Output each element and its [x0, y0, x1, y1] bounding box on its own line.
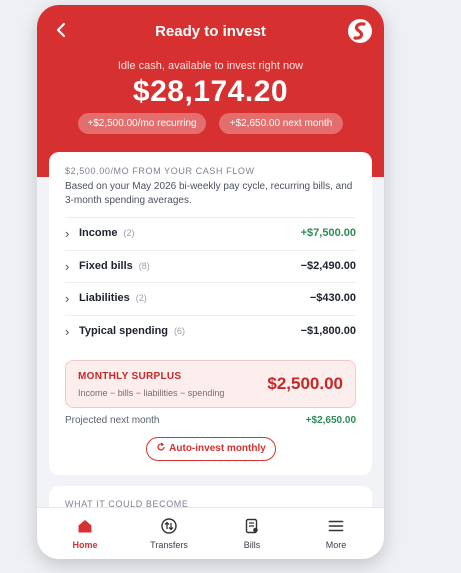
surplus-value: $2,500.00: [267, 374, 343, 393]
home-icon: [78, 520, 92, 533]
projected-value: +$2,650.00: [305, 415, 356, 426]
chevron-right-icon: ›: [65, 324, 70, 339]
row-value: −$430.00: [309, 292, 356, 304]
cashflow-card: $2,500.00/MO FROM YOUR CASH FLOW Based o…: [49, 152, 372, 475]
row-count: (2): [135, 293, 147, 303]
chevron-right-icon: ›: [65, 291, 70, 306]
breakdown-row-liabilities[interactable]: › Liabilities (2) −$430.00: [65, 282, 356, 315]
tab-more[interactable]: More: [293, 508, 379, 559]
chevron-right-icon: ›: [65, 226, 70, 241]
bottom-tab-bar: Home Transfers Bills More: [37, 507, 384, 559]
row-count: (6): [174, 326, 186, 336]
projected-label: Projected next month: [65, 415, 160, 426]
row-label: Income: [79, 227, 118, 239]
phone-screen: Ready to invest Idle cash, available to …: [37, 5, 384, 559]
breakdown-row-typical-spending[interactable]: › Typical spending (6) −$1,800.00: [65, 315, 356, 348]
row-value: −$2,490.00: [300, 260, 356, 272]
surplus-title: MONTHLY SURPLUS: [78, 371, 182, 382]
tab-transfers[interactable]: Transfers: [126, 508, 212, 559]
chevron-right-icon: ›: [65, 259, 70, 274]
auto-invest-button[interactable]: Auto-invest monthly: [146, 437, 276, 461]
cashflow-kicker: $2,500.00/MO FROM YOUR CASH FLOW: [65, 166, 255, 176]
breakdown-row-income[interactable]: › Income (2) +$7,500.00: [65, 217, 356, 250]
bank-logo-icon: [348, 19, 372, 43]
cashflow-description: Based on your May 2026 bi-weekly pay cyc…: [65, 181, 353, 206]
tab-home[interactable]: Home: [42, 508, 128, 559]
page-title: Ready to invest: [155, 23, 266, 40]
auto-invest-label: Auto-invest monthly: [169, 443, 266, 454]
row-count: (8): [138, 261, 150, 271]
row-label: Fixed bills: [79, 260, 133, 272]
monthly-surplus-box: MONTHLY SURPLUS Income − bills − liabili…: [65, 360, 356, 408]
tab-label: Home: [72, 540, 98, 550]
tab-label: Transfers: [150, 540, 188, 550]
row-count: (2): [123, 228, 135, 238]
idle-cash-label: Idle cash, available to invest right now: [117, 60, 304, 72]
surplus-formula: Income − bills − liabilities − spending: [78, 388, 225, 398]
tab-bills[interactable]: Bills: [209, 508, 295, 559]
idle-cash-amount: $28,174.20: [132, 75, 289, 108]
row-value: −$1,800.00: [300, 325, 356, 337]
tab-label: More: [325, 540, 347, 550]
row-label: Typical spending: [79, 325, 169, 337]
refresh-icon: [157, 442, 165, 451]
menu-icon: [328, 520, 344, 532]
tab-label: Bills: [243, 540, 261, 550]
breakdown-row-fixed-bills[interactable]: › Fixed bills (8) −$2,490.00: [65, 250, 356, 283]
recurring-chip: +$2,500.00/mo recurring: [78, 113, 206, 134]
next-month-chip: +$2,650.00 next month: [219, 113, 343, 134]
row-value: +$7,500.00: [300, 227, 356, 239]
bills-icon: [245, 518, 258, 534]
transfers-icon: [161, 518, 177, 534]
row-label: Liabilities: [79, 292, 130, 304]
